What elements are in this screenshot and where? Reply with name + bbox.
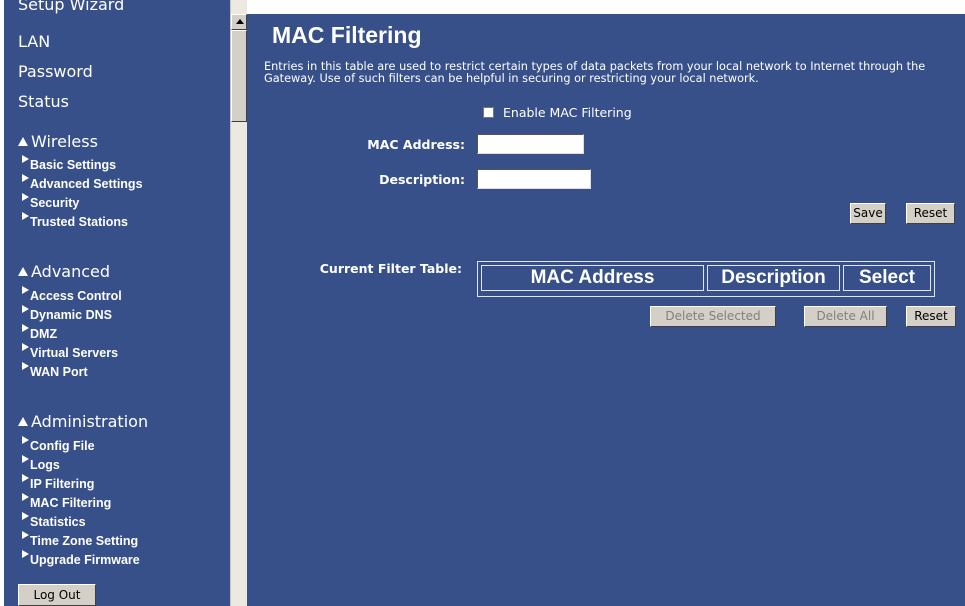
section-title: Administration <box>31 412 149 431</box>
section-advanced[interactable]: Advanced <box>18 262 110 281</box>
mac-address-input[interactable] <box>477 134 584 154</box>
section-title: Advanced <box>31 262 111 281</box>
sidebar-item-setup-wizard[interactable]: Setup Wizard <box>18 0 124 14</box>
enable-mac-filtering-label: Enable MAC Filtering <box>503 105 632 120</box>
flag-icon <box>22 174 29 182</box>
sidebar-item-label: Config File <box>30 439 95 453</box>
flag-icon <box>22 493 29 501</box>
sidebar-item-logs[interactable]: Logs <box>22 455 60 472</box>
sidebar-item-mac-filtering[interactable]: MAC Filtering <box>22 493 111 510</box>
sidebar-item-label: MAC Filtering <box>30 496 112 510</box>
sidebar-item-label: Access Control <box>30 289 122 303</box>
logout-button[interactable]: Log Out <box>18 584 96 606</box>
mac-address-label: MAC Address: <box>367 137 465 152</box>
enable-mac-filtering-checkbox[interactable] <box>483 107 494 118</box>
sidebar-link-password[interactable]: Password <box>18 62 93 81</box>
flag-icon <box>22 212 29 220</box>
sidebar-item-label: Virtual Servers <box>30 346 119 360</box>
section-title: Wireless <box>31 132 98 151</box>
sidebar-item-label: Basic Settings <box>30 158 117 172</box>
flag-icon <box>22 286 29 294</box>
sidebar-item-label: Logs <box>30 458 60 472</box>
sidebar-item-label: WAN Port <box>30 365 88 379</box>
sidebar-item-dynamic-dns[interactable]: Dynamic DNS <box>22 305 112 322</box>
sidebar-item-label: Dynamic DNS <box>30 308 112 322</box>
sidebar-item-label: Statistics <box>30 515 86 529</box>
flag-icon <box>22 324 29 332</box>
flag-icon <box>22 436 29 444</box>
reset-button[interactable]: Reset <box>906 203 955 224</box>
sidebar-link-status[interactable]: Status <box>18 92 69 111</box>
flag-icon <box>22 455 29 463</box>
scroll-thumb[interactable] <box>231 30 247 122</box>
sidebar-item-label: Time Zone Setting <box>30 534 139 548</box>
sidebar-item-statistics[interactable]: Statistics <box>22 512 86 529</box>
sidebar-item-time-zone-setting[interactable]: Time Zone Setting <box>22 531 138 548</box>
sidebar-item-ip-filtering[interactable]: IP Filtering <box>22 474 94 491</box>
triangle-up-icon <box>18 137 28 146</box>
sidebar-item-label: IP Filtering <box>30 477 95 491</box>
sidebar-item-label: Upgrade Firmware <box>30 553 140 567</box>
flag-icon <box>22 512 29 520</box>
triangle-up-icon <box>18 267 28 276</box>
scroll-up-arrow-icon[interactable] <box>231 14 247 30</box>
sidebar: Setup Wizard LAN Password Status Wireles… <box>4 0 230 606</box>
section-wireless[interactable]: Wireless <box>18 132 98 151</box>
sidebar-item-label: Advanced Settings <box>30 177 143 191</box>
sidebar-scrollbar[interactable] <box>230 0 247 606</box>
sidebar-item-basic-settings[interactable]: Basic Settings <box>22 155 116 172</box>
current-filter-table: MAC Address Description Select <box>477 261 935 297</box>
flag-icon <box>22 550 29 558</box>
router-admin-window: Setup Wizard LAN Password Status Wireles… <box>0 0 965 606</box>
sidebar-item-advanced-settings[interactable]: Advanced Settings <box>22 174 143 191</box>
flag-icon <box>22 531 29 539</box>
column-header-select: Select <box>843 265 931 291</box>
flag-icon <box>22 305 29 313</box>
reset-table-button[interactable]: Reset <box>906 306 956 327</box>
sidebar-link-lan[interactable]: LAN <box>18 32 50 51</box>
sidebar-item-wan-port[interactable]: WAN Port <box>22 362 88 379</box>
column-header-description: Description <box>707 265 840 291</box>
sidebar-item-security[interactable]: Security <box>22 193 79 210</box>
sidebar-item-config-file[interactable]: Config File <box>22 436 95 453</box>
sidebar-item-dmz[interactable]: DMZ <box>22 324 57 341</box>
flag-icon <box>22 155 29 163</box>
triangle-up-icon <box>18 417 28 426</box>
delete-all-button[interactable]: Delete All <box>804 306 887 327</box>
sidebar-item-label: Security <box>30 196 80 210</box>
delete-selected-button[interactable]: Delete Selected <box>650 306 776 327</box>
flag-icon <box>22 362 29 370</box>
flag-icon <box>22 193 29 201</box>
main-panel: MAC Filtering Entries in this table are … <box>247 14 965 606</box>
sidebar-item-trusted-stations[interactable]: Trusted Stations <box>22 212 128 229</box>
sidebar-item-label: Trusted Stations <box>30 215 128 229</box>
flag-icon <box>22 474 29 482</box>
description-input[interactable] <box>477 169 591 189</box>
page-title: MAC Filtering <box>272 22 422 48</box>
sidebar-item-virtual-servers[interactable]: Virtual Servers <box>22 343 118 360</box>
page-description: Entries in this table are used to restri… <box>264 60 926 85</box>
section-administration[interactable]: Administration <box>18 412 148 431</box>
sidebar-item-upgrade-firmware[interactable]: Upgrade Firmware <box>22 550 140 567</box>
column-header-mac-address: MAC Address <box>481 265 704 291</box>
sidebar-item-access-control[interactable]: Access Control <box>22 286 122 303</box>
current-filter-table-label: Current Filter Table: <box>319 261 462 276</box>
save-button[interactable]: Save <box>850 203 886 224</box>
sidebar-item-label: DMZ <box>30 327 58 341</box>
flag-icon <box>22 343 29 351</box>
description-label: Description: <box>379 172 465 187</box>
